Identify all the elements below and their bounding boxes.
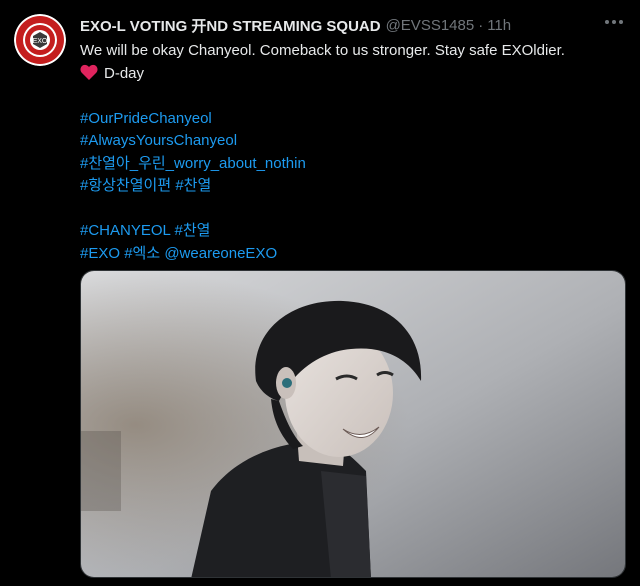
photo-image (81, 271, 625, 577)
tweet-text: We will be okay Chanyeol. Comeback to us… (80, 40, 620, 265)
svg-text:EXO: EXO (33, 38, 48, 45)
tweet-text-line: D-day (80, 63, 620, 86)
d-day-text: D-day (104, 64, 145, 82)
hashtag-link[interactable]: #찬열 (175, 177, 211, 194)
hashtag-line: #CHANYEOL #찬열 (80, 220, 620, 243)
hashtag-link[interactable]: #EXO (80, 245, 120, 262)
timestamp[interactable]: 11h (487, 17, 511, 34)
author-handle[interactable]: @EVSS1485 (386, 17, 475, 34)
separator: · (478, 16, 484, 34)
tweet-text-line: We will be okay Chanyeol. Comeback to us… (80, 42, 565, 59)
hashtag-line: #항상찬열이편 #찬열 (80, 175, 620, 198)
exo-l-logo-icon: EXO (14, 14, 66, 66)
hashtag-link[interactable]: #항상찬열이편 (80, 177, 171, 194)
hashtag-link[interactable]: #찬열 (174, 222, 210, 239)
more-options-icon (605, 20, 623, 24)
hashtag-line: #EXO #엑소 @weareoneEXO (80, 243, 620, 266)
more-options-button[interactable] (602, 10, 626, 34)
tweet[interactable]: EXO EXO-L VOTING 开ND STREAMING SQUAD @EV… (0, 0, 640, 586)
tweet-photo[interactable] (80, 270, 626, 578)
author-name[interactable]: EXO-L VOTING 开ND STREAMING SQUAD (80, 15, 381, 36)
heart-icon (80, 64, 98, 80)
mention-link[interactable]: @weareoneEXO (164, 245, 277, 262)
avatar[interactable]: EXO (14, 14, 66, 66)
hashtag-link[interactable]: #찬열아_우린_worry_about_nothin (80, 153, 620, 176)
hashtag-link[interactable]: #AlwaysYoursChanyeol (80, 130, 620, 153)
tweet-header: EXO-L VOTING 开ND STREAMING SQUAD @EVSS14… (80, 14, 600, 36)
hashtag-link[interactable]: #CHANYEOL (80, 222, 170, 239)
hashtag-link[interactable]: #엑소 (124, 245, 160, 262)
hashtag-link[interactable]: #OurPrideChanyeol (80, 108, 620, 131)
